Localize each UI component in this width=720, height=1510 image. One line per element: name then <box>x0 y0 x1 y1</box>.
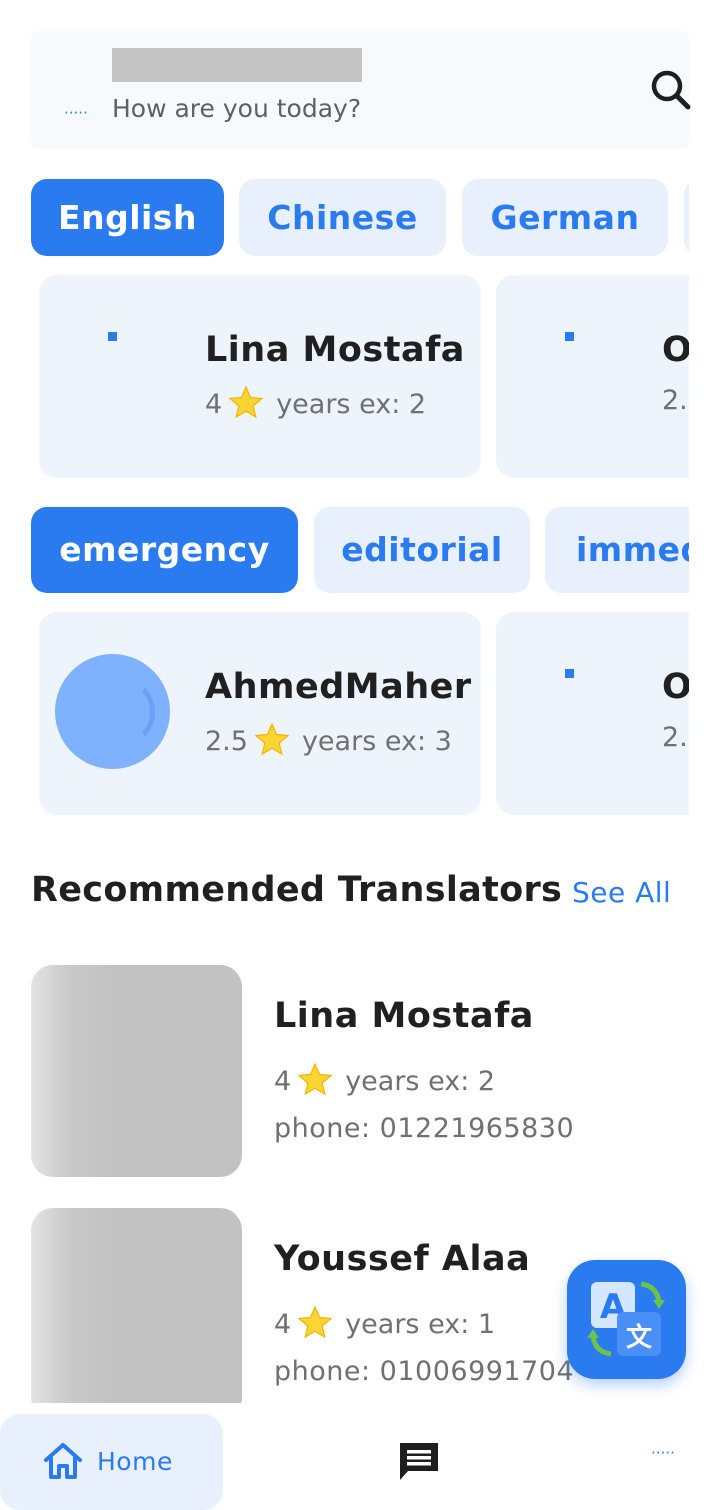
years-experience: years ex: 1 <box>345 1309 496 1340</box>
translator-phone: phone: 01221965830 <box>274 1113 575 1144</box>
more-dots-icon[interactable]: ····· <box>651 1446 675 1461</box>
rating-value: 2. <box>662 385 688 416</box>
avatar-loading-dot <box>565 332 574 341</box>
translator-name: AhmedMaher <box>205 667 472 707</box>
svg-text:文: 文 <box>626 1322 653 1353</box>
translator-meta: 2. <box>662 722 688 753</box>
rating-value: 4 <box>274 1309 292 1340</box>
nav-home-label: Home <box>97 1447 173 1476</box>
category-chips: emergency editorial immed <box>31 507 689 593</box>
language-translator-cards: Lina Mostafa 4 years ex: 2 O 2. <box>31 275 689 478</box>
star-icon <box>254 722 290 756</box>
chat-icon[interactable] <box>396 1439 442 1485</box>
translator-name: Lina Mostafa <box>274 996 534 1036</box>
chip-category-emergency[interactable]: emergency <box>31 507 298 593</box>
avatar <box>55 654 170 769</box>
translator-photo <box>31 965 242 1177</box>
list-item[interactable]: Lina Mostafa 4 years ex: 2 phone: 0122196… <box>31 965 689 1177</box>
translator-phone: phone: 01006991704 <box>274 1356 575 1387</box>
star-icon <box>297 1062 333 1096</box>
chip-language-english[interactable]: English <box>31 179 224 256</box>
years-experience: years ex: 3 <box>301 726 452 757</box>
avatar-loading-dot <box>565 669 574 678</box>
translate-icon: A 文 <box>587 1281 665 1357</box>
see-all-link[interactable]: See All <box>572 876 671 909</box>
translator-meta: 2. <box>662 385 688 416</box>
rating-value: 4 <box>205 389 223 420</box>
translator-card[interactable]: Lina Mostafa 4 years ex: 2 <box>39 275 481 478</box>
translator-card[interactable]: O 2. <box>496 275 689 478</box>
years-experience: years ex: 2 <box>345 1066 496 1097</box>
translator-card[interactable]: O 2. <box>496 612 689 815</box>
category-translator-cards: AhmedMaher 2.5 years ex: 3 O 2. <box>31 612 689 815</box>
menu-dots-icon[interactable]: ····· <box>64 106 104 121</box>
translator-card[interactable]: AhmedMaher 2.5 years ex: 3 <box>39 612 481 815</box>
chip-language-german[interactable]: German <box>462 179 668 256</box>
search-icon[interactable] <box>649 68 693 112</box>
chip-language-chinese[interactable]: Chinese <box>239 179 446 256</box>
star-icon <box>228 385 264 419</box>
chip-category-immediate[interactable]: immed <box>545 507 689 593</box>
user-name-placeholder <box>112 48 362 82</box>
greeting-text: How are you today? <box>112 94 362 123</box>
translator-name: Youssef Alaa <box>274 1239 531 1279</box>
avatar-loading-dot <box>108 332 117 341</box>
home-icon <box>44 1443 82 1479</box>
translator-meta: 2.5 years ex: 3 <box>205 722 452 757</box>
rating-value: 2.5 <box>205 726 248 757</box>
translator-meta: 4 years ex: 2 <box>205 385 426 420</box>
translator-meta: 4 years ex: 2 <box>274 1062 495 1097</box>
header-bar: ····· How are you today? <box>31 31 691 149</box>
translator-photo <box>31 1208 242 1403</box>
chip-language-next[interactable] <box>684 179 689 256</box>
bottom-navigation: Home ····· <box>0 1403 720 1510</box>
translator-name: O <box>662 667 689 707</box>
rating-value: 2. <box>662 722 688 753</box>
translator-name: O <box>662 330 689 370</box>
language-chips: English Chinese German <box>31 179 689 256</box>
translate-fab-button[interactable]: A 文 <box>567 1260 686 1379</box>
section-title-recommended: Recommended Translators <box>31 870 563 910</box>
nav-home-button[interactable]: Home <box>0 1414 223 1510</box>
star-icon <box>297 1305 333 1339</box>
translator-meta: 4 years ex: 1 <box>274 1305 495 1340</box>
loading-spinner-icon <box>91 678 155 746</box>
translator-name: Lina Mostafa <box>205 330 465 370</box>
rating-value: 4 <box>274 1066 292 1097</box>
chip-category-editorial[interactable]: editorial <box>314 507 530 593</box>
years-experience: years ex: 2 <box>276 389 427 420</box>
